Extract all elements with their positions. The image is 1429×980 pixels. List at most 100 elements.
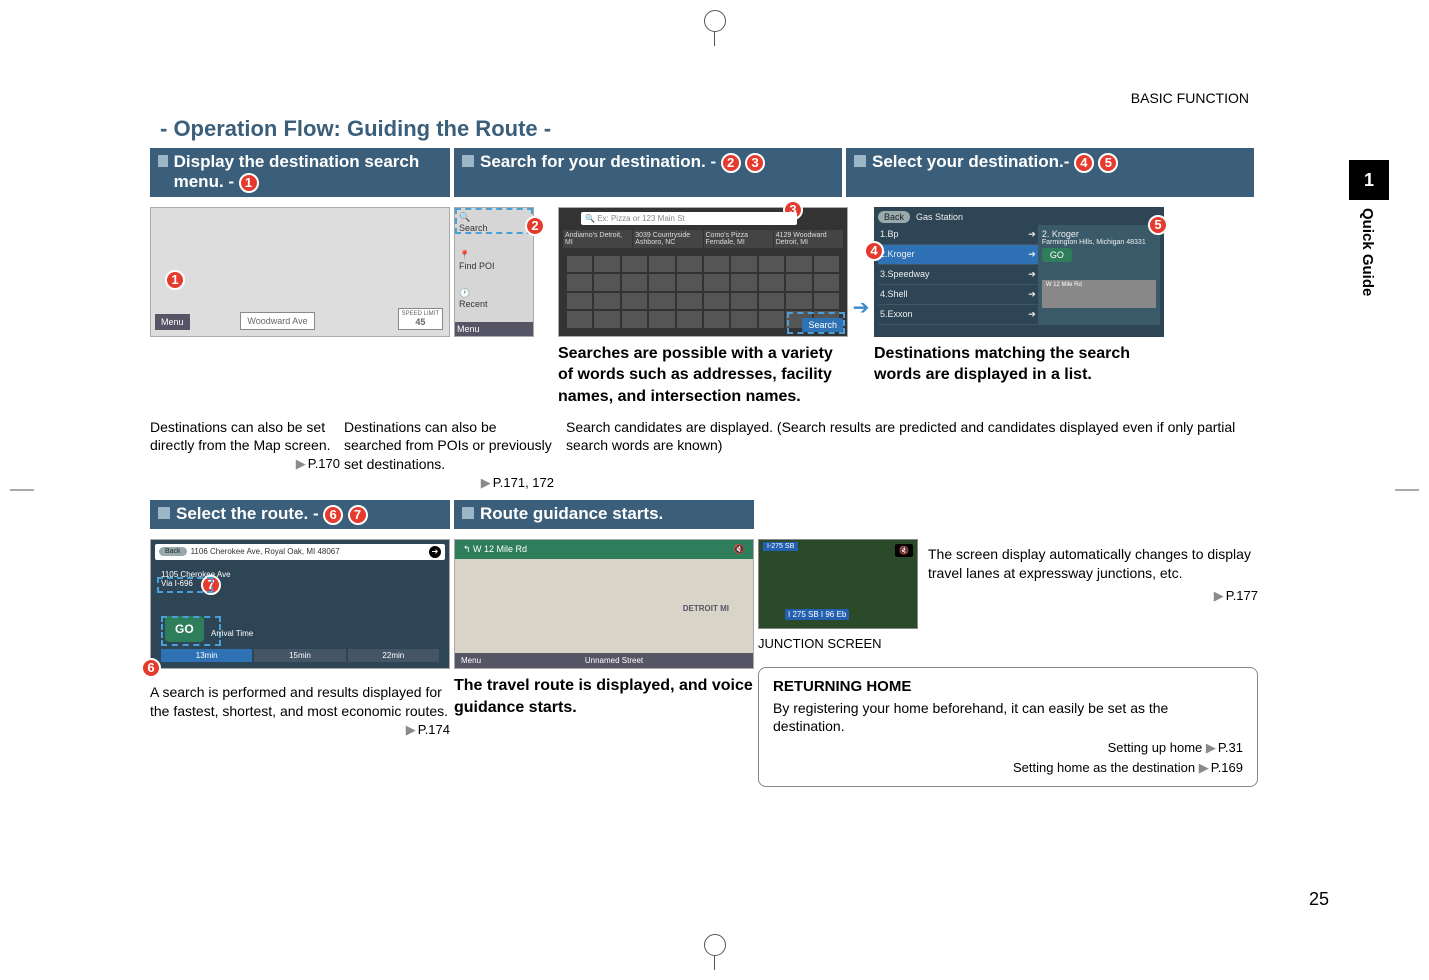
guidance-menu[interactable]: Menu (461, 656, 481, 665)
find-poi-label[interactable]: Find POI (459, 261, 495, 271)
route-caption: A search is performed and results displa… (150, 683, 450, 721)
suggestion-4[interactable]: 4129 Woodward Detroit, MI (774, 230, 843, 248)
step1-header: Display the destination search menu. - 1 (150, 148, 450, 197)
search-caption-bold: Searches are possible with a variety of … (558, 343, 848, 408)
suggestion-3[interactable]: Como's Pizza Ferndale, MI (704, 230, 773, 248)
square-icon (462, 507, 474, 519)
crop-mark-right (1395, 490, 1419, 491)
marker-6: 6 (323, 505, 343, 525)
highlight-box-via (157, 577, 213, 593)
arrow-right-icon: ➔ (853, 295, 870, 320)
step3-header: Select your destination.- 4 5 (846, 148, 1254, 197)
map-menu-button[interactable]: Menu (155, 314, 190, 330)
step4-header: Select the route. - 6 7 (150, 500, 450, 529)
guidance-thumb: ↰ W 12 Mile Rd 🔇 DETROIT MI Menu Unnamed… (454, 539, 754, 669)
returning-home-title: RETURNING HOME (773, 678, 1243, 695)
marker-5: 5 (1098, 153, 1118, 173)
guidance-street-bottom: Unnamed Street (585, 656, 643, 665)
page-ref: P.177 (1226, 588, 1258, 603)
go-button[interactable]: GO (1042, 248, 1072, 262)
step5-header: Route guidance starts. (454, 500, 754, 529)
mute-icon[interactable]: 🔇 (734, 544, 745, 555)
triangle-icon: ▶ (296, 456, 306, 471)
page-ref: P.174 (418, 722, 450, 737)
detail-address: Farmington Hills, Michigan 48331 (1042, 239, 1156, 246)
returning-home-box: RETURNING HOME By registering your home … (758, 667, 1258, 788)
route-time-3[interactable]: 22min (348, 649, 439, 662)
marker-1-overlay: 1 (165, 270, 185, 290)
results-caption-bold: Destinations matching the search words a… (874, 343, 1164, 386)
marker-6-overlay: 6 (141, 658, 161, 678)
map-screen-thumb: 1 Menu Woodward Ave SPEED LIMIT 45 (150, 207, 450, 337)
marker-1: 1 (239, 173, 259, 193)
marker-2: 2 (721, 153, 741, 173)
junction-text: The screen display automatically changes… (928, 545, 1258, 583)
marker-2-overlay: 2 (525, 216, 545, 236)
step3-title: Select your destination.- (872, 152, 1069, 171)
caption-map-direct: Destinations can also be set directly fr… (150, 418, 340, 456)
side-tab: 1 Quick Guide (1349, 160, 1389, 296)
side-tab-label: Quick Guide (1349, 200, 1386, 296)
caption-poi-search: Destinations can also be searched from P… (344, 418, 554, 475)
suggestion-2[interactable]: 3039 Countryside Ashboro, NC (633, 230, 702, 248)
search-input[interactable]: 🔍 Ex: Pizza or 123 Main St (581, 212, 797, 225)
square-icon (158, 155, 168, 167)
search-menu-strip: 🔍Search 2 📍Find POI 🕐Recent Menu (454, 207, 534, 337)
operation-flow-title: - Operation Flow: Guiding the Route - (160, 116, 1279, 142)
page-ref: P.169 (1211, 760, 1243, 775)
marker-3: 3 (745, 153, 765, 173)
marker-4: 4 (1074, 153, 1094, 173)
route-time-2[interactable]: 15min (254, 649, 345, 662)
map-street-label: W 12 Mile Rd (1046, 282, 1082, 288)
junction-thumb: I-275 SB 🔇 I 275 SB I 96 Eb (758, 539, 918, 629)
marker-5-overlay: 5 (1148, 215, 1168, 235)
step5-title: Route guidance starts. (480, 504, 663, 523)
page-number: 25 (1309, 889, 1329, 910)
list-item[interactable]: 4.Shell➔ (878, 285, 1038, 305)
square-icon (158, 507, 170, 519)
mute-icon[interactable]: 🔇 (895, 544, 913, 557)
city-label: DETROIT MI (683, 604, 729, 613)
triangle-icon: ▶ (1214, 588, 1224, 603)
guidance-caption: The travel route is displayed, and voice… (454, 675, 754, 718)
marker-4-overlay: 4 (864, 241, 884, 261)
chapter-number: 1 (1349, 160, 1389, 200)
step2-title: Search for your destination. - (480, 152, 716, 171)
crop-mark-bottom (704, 934, 726, 970)
list-item[interactable]: 1.Bp➔ (878, 225, 1038, 245)
suggestion-1[interactable]: Andiamo's Detroit, MI (563, 230, 632, 248)
junction-hwy-top: I-275 SB (763, 542, 798, 551)
list-title: Gas Station (916, 212, 963, 222)
page-ref: P.171, 172 (493, 475, 554, 490)
triangle-icon: ▶ (406, 722, 416, 737)
triangle-icon: ▶ (1199, 760, 1209, 775)
returning-line2: Setting home as the destination (1013, 760, 1195, 775)
back-button[interactable]: Back (159, 547, 187, 556)
back-button[interactable]: Back (878, 211, 910, 223)
speed-limit-sign: SPEED LIMIT 45 (398, 308, 443, 330)
page-ref: P.31 (1218, 740, 1243, 755)
junction-label: JUNCTION SCREEN (758, 635, 918, 653)
menu-label[interactable]: Menu (455, 322, 533, 336)
step4-title: Select the route. - (176, 504, 319, 523)
keyboard-search-thumb: 3 🔍 Ex: Pizza or 123 Main St Andiamo's D… (558, 207, 848, 337)
step1-title: Display the destination search menu. - (174, 152, 420, 191)
page-ref: P.170 (308, 456, 340, 471)
triangle-icon: ▶ (1206, 740, 1216, 755)
keyboard-search-button[interactable]: Search (802, 318, 843, 332)
route-select-thumb: Back 1106 Cherokee Ave, Royal Oak, MI 48… (150, 539, 450, 669)
triangle-icon: ▶ (481, 475, 491, 490)
list-item[interactable]: 3.Speedway➔ (878, 265, 1038, 285)
list-item[interactable]: 5.Exxon➔ (878, 305, 1038, 325)
route-time-1[interactable]: 13min (161, 649, 252, 662)
square-icon (854, 155, 866, 167)
route-type-label: Arrival Time (211, 629, 253, 638)
breadcrumb: BASIC FUNCTION (150, 90, 1249, 106)
detail-name: 2. Kroger (1042, 229, 1156, 239)
returning-line1: Setting up home (1108, 740, 1203, 755)
recent-label[interactable]: Recent (459, 299, 488, 309)
street-name-label: Woodward Ave (240, 312, 314, 330)
guidance-street: W 12 Mile Rd (473, 544, 527, 554)
list-item-selected[interactable]: 2.Kroger➔ 4 (878, 245, 1038, 265)
step2-header: Search for your destination. - 2 3 (454, 148, 842, 197)
